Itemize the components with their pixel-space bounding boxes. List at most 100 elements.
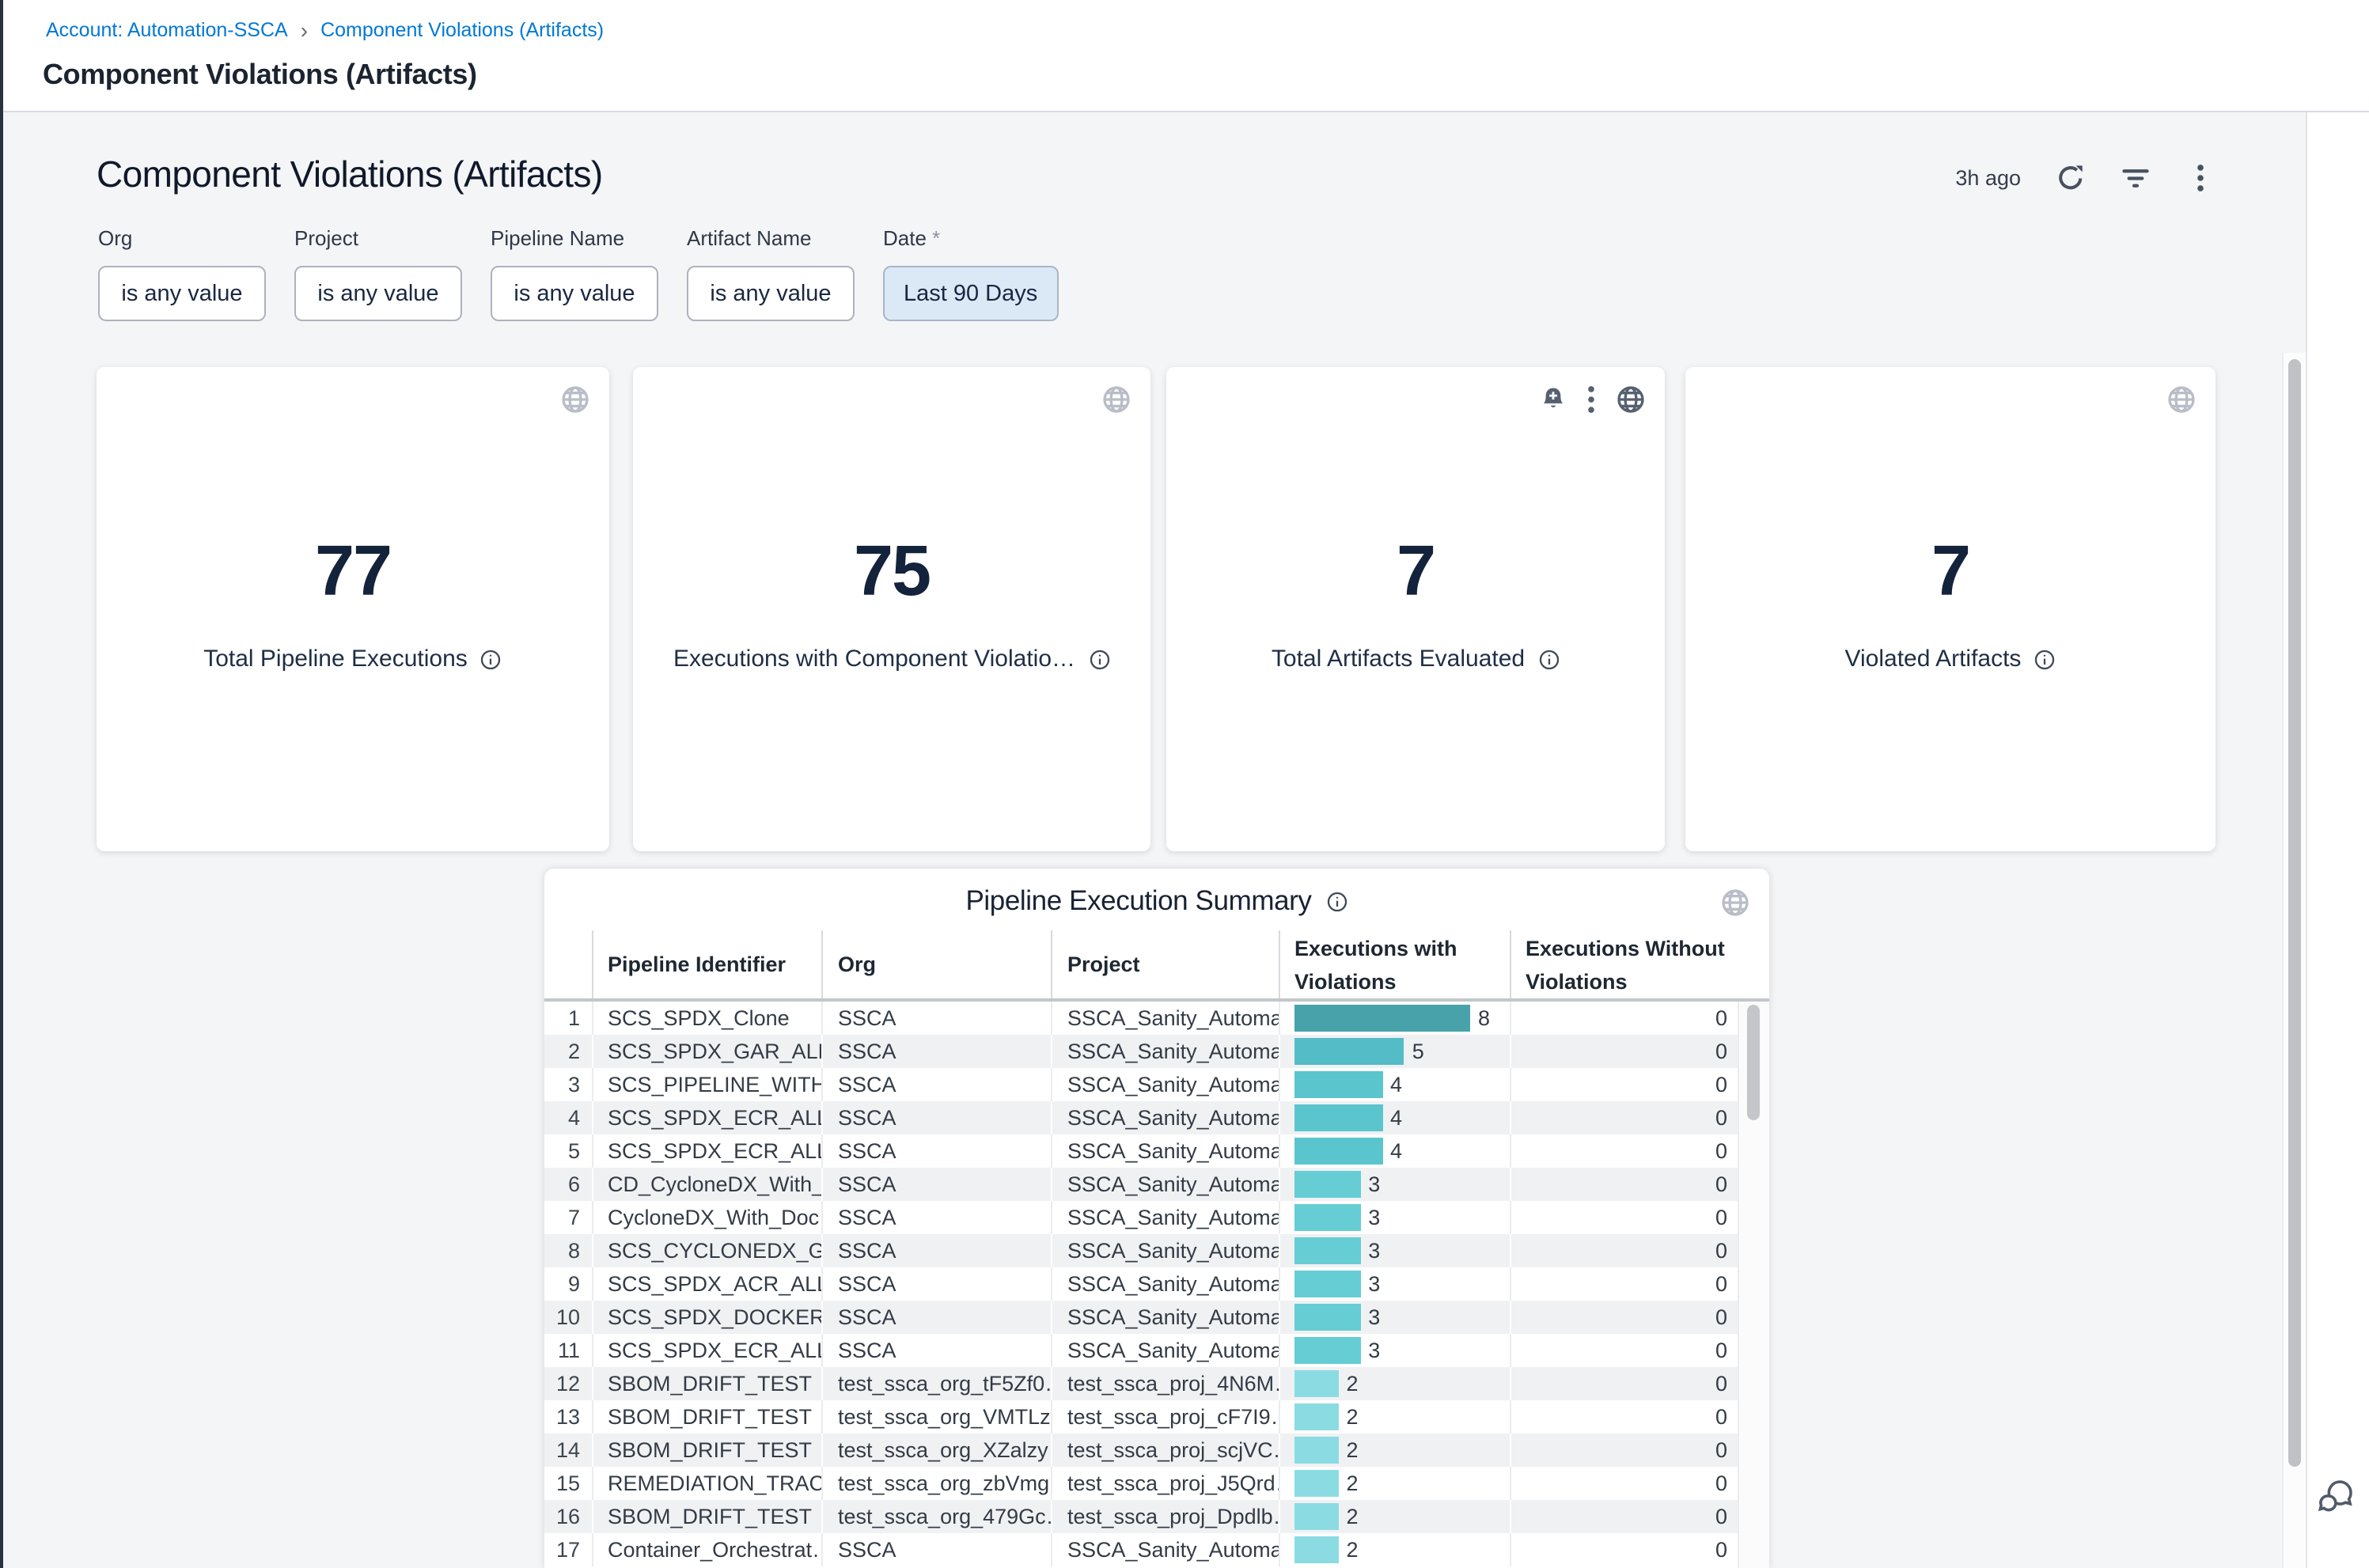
filter-value-box[interactable]: Last 90 Days (883, 266, 1058, 321)
cell-executions-without-violations: 0 (1509, 1400, 1737, 1434)
violations-bar-value: 3 (1368, 1239, 1380, 1263)
header-org[interactable]: Org (821, 930, 1051, 998)
table-scrollbar-thumb[interactable] (1747, 1005, 1760, 1120)
cell-project: test_ssca_proj_Dpdlb… (1051, 1500, 1278, 1533)
cell-pipeline-identifier: SCS_SPDX_ECR_ALL_… (591, 1334, 821, 1367)
violations-bar-value: 4 (1390, 1106, 1402, 1130)
last-refresh-time: 3h ago (1955, 165, 2021, 189)
table-row: 1SCS_SPDX_CloneSSCASSCA_Sanity_Automa…80 (544, 1002, 1737, 1035)
info-icon[interactable] (2034, 648, 2056, 670)
cell-row-number: 4 (544, 1101, 591, 1134)
violations-bar (1294, 1537, 1339, 1563)
cell-pipeline-identifier: SCS_SPDX_Clone (591, 1002, 821, 1035)
cell-project: SSCA_Sanity_Automa… (1051, 1168, 1278, 1201)
cell-row-number: 2 (544, 1035, 591, 1068)
globe-icon[interactable] (1616, 384, 1646, 415)
stat-value: 75 (633, 530, 1150, 612)
stat-label-row: Executions with Component Violatio… (633, 646, 1150, 672)
filter-value-box[interactable]: is any value (98, 266, 266, 321)
violations-bar (1294, 1105, 1382, 1131)
card-icons (560, 384, 590, 415)
cell-executions-with-violations: 3 (1278, 1201, 1509, 1234)
table-row: 7CycloneDX_With_Doc…SSCASSCA_Sanity_Auto… (544, 1201, 1737, 1234)
cell-executions-with-violations: 8 (1278, 1002, 1509, 1035)
cell-project: test_ssca_proj_cF7I9… (1051, 1400, 1278, 1434)
breadcrumb-link[interactable]: Component Violations (Artifacts) (320, 19, 604, 41)
chat-support-icon[interactable] (2317, 1476, 2355, 1514)
violations-bar (1294, 1205, 1360, 1231)
page-scrollbar-thumb[interactable] (2288, 359, 2301, 1467)
breadcrumb-link[interactable]: Account: Automation-SSCA (46, 19, 288, 41)
violations-bar-value: 3 (1368, 1339, 1380, 1362)
filter-artifact-name: Artifact Nameis any value (687, 226, 855, 321)
cell-project: SSCA_Sanity_Automa… (1051, 1101, 1278, 1134)
cell-row-number: 11 (544, 1334, 591, 1367)
info-icon[interactable] (1537, 648, 1560, 670)
stat-label-row: Total Artifacts Evaluated (1166, 646, 1665, 672)
header-project[interactable]: Project (1051, 930, 1278, 998)
cell-executions-without-violations: 0 (1509, 1168, 1737, 1201)
violations-bar-value: 2 (1347, 1505, 1359, 1528)
required-asterisk: * (927, 226, 940, 250)
page-scrollbar[interactable] (2281, 353, 2305, 1568)
cell-row-number: 10 (544, 1301, 591, 1334)
panel-title-row: Pipeline Execution Summary (544, 884, 1769, 918)
violations-bar (1294, 1006, 1470, 1032)
table-row: 4SCS_SPDX_ECR_ALL_…SSCASSCA_Sanity_Autom… (544, 1101, 1737, 1134)
filter-icon[interactable] (2121, 162, 2151, 192)
dashboard-controls: 3h ago (1899, 160, 2215, 195)
refresh-icon[interactable] (2056, 162, 2086, 192)
table-row: 13SBOM_DRIFT_TESTtest_ssca_org_VMTLz…tes… (544, 1400, 1737, 1434)
cell-row-number: 8 (544, 1234, 591, 1267)
info-icon[interactable] (480, 648, 502, 670)
filter-value-box[interactable]: is any value (294, 266, 462, 321)
info-icon[interactable] (1326, 890, 1348, 912)
cell-project: SSCA_Sanity_Automa… (1051, 1234, 1278, 1267)
bell-plus-icon[interactable] (1540, 386, 1567, 413)
cell-row-number: 12 (544, 1367, 591, 1400)
cell-row-number: 15 (544, 1467, 591, 1500)
info-icon[interactable] (1088, 648, 1110, 670)
violations-bar-value: 2 (1347, 1372, 1359, 1396)
globe-icon[interactable] (560, 384, 590, 415)
cell-project: SSCA_Sanity_Automa… (1051, 1533, 1278, 1566)
cell-project: SSCA_Sanity_Automa… (1051, 1201, 1278, 1234)
cell-executions-without-violations: 0 (1509, 1367, 1737, 1400)
table-scrollbar[interactable] (1737, 1002, 1769, 1568)
header-row-number (544, 930, 591, 998)
cell-executions-without-violations: 0 (1509, 1301, 1737, 1334)
pipeline-execution-summary-panel: Pipeline Execution Summary Pipeline Iden… (544, 869, 1769, 1568)
table-row: 9SCS_SPDX_ACR_ALL…SSCASSCA_Sanity_Automa… (544, 1267, 1737, 1301)
globe-icon[interactable] (1101, 384, 1131, 415)
stat-label-row: Total Pipeline Executions (97, 646, 609, 672)
filter-value-box[interactable]: is any value (687, 266, 855, 321)
filter-value-box[interactable]: is any value (491, 266, 658, 321)
cell-executions-without-violations: 0 (1509, 1533, 1737, 1566)
cell-pipeline-identifier: Container_Orchestrat… (591, 1533, 821, 1566)
table-row: 5SCS_SPDX_ECR_ALL_…SSCASSCA_Sanity_Autom… (544, 1134, 1737, 1168)
cell-pipeline-identifier: SCS_PIPELINE_WITH… (591, 1068, 821, 1101)
header-executions-with[interactable]: Executions with Violations (1278, 930, 1509, 998)
cell-executions-with-violations: 3 (1278, 1168, 1509, 1201)
kebab-icon[interactable] (1587, 384, 1595, 415)
cell-row-number: 17 (544, 1533, 591, 1566)
header-executions-without[interactable]: Executions Without Violations (1509, 930, 1737, 998)
violations-bar-value: 2 (1347, 1405, 1359, 1429)
cell-pipeline-identifier: SBOM_DRIFT_TEST (591, 1367, 821, 1400)
globe-icon[interactable] (2166, 384, 2197, 415)
kebab-menu-icon[interactable] (2185, 162, 2215, 192)
globe-icon[interactable] (1720, 888, 1750, 918)
filter-project: Projectis any value (294, 226, 462, 321)
table-row: 8SCS_CYCLONEDX_GA…SSCASSCA_Sanity_Automa… (544, 1234, 1737, 1267)
cell-executions-with-violations: 2 (1278, 1533, 1509, 1566)
cell-row-number: 5 (544, 1134, 591, 1168)
cell-org: SSCA (821, 1035, 1051, 1068)
top-header-bar: Account: Automation-SSCA›Component Viola… (0, 0, 2369, 112)
table-row: 11SCS_SPDX_ECR_ALL_…SSCASSCA_Sanity_Auto… (544, 1334, 1737, 1367)
violations-bar (1294, 1138, 1382, 1165)
table-row: 12SBOM_DRIFT_TESTtest_ssca_org_tF5Zf0…te… (544, 1367, 1737, 1400)
cell-executions-without-violations: 0 (1509, 1101, 1737, 1134)
cell-pipeline-identifier: SCS_SPDX_GAR_ALL… (591, 1035, 821, 1068)
cell-executions-without-violations: 0 (1509, 1467, 1737, 1500)
header-pipeline-identifier[interactable]: Pipeline Identifier (591, 930, 821, 998)
